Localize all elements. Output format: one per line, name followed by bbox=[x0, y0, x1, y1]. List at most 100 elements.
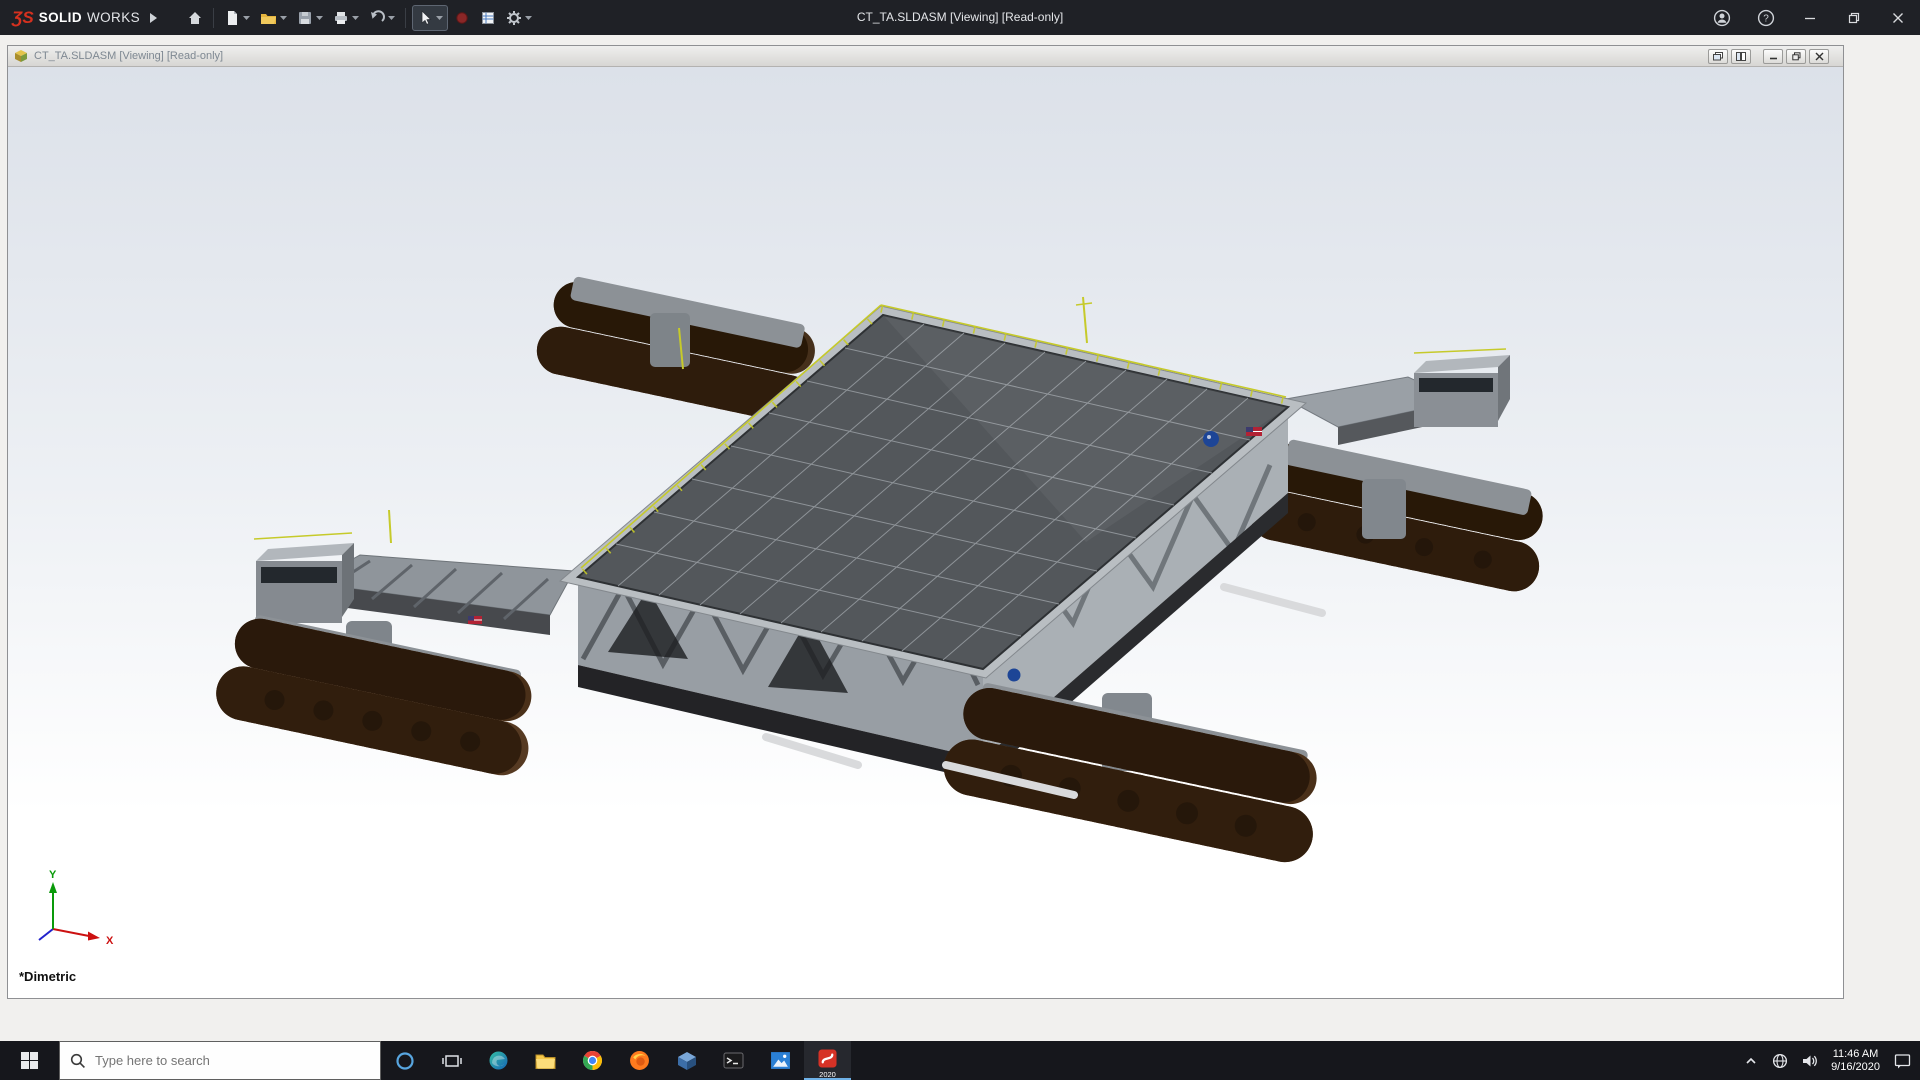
taskbar-search-box[interactable] bbox=[59, 1041, 381, 1080]
doc-restore-button[interactable] bbox=[1786, 48, 1806, 64]
account-icon bbox=[1713, 9, 1731, 26]
start-button[interactable] bbox=[0, 1041, 59, 1080]
cortana-button[interactable] bbox=[381, 1041, 428, 1080]
nasa-meatball-logo bbox=[1203, 431, 1219, 447]
cascade-icon bbox=[1713, 51, 1723, 60]
help-button[interactable]: ? bbox=[1744, 0, 1788, 35]
firefox-icon bbox=[630, 1051, 649, 1070]
terminal-icon bbox=[723, 1052, 744, 1069]
edge-taskbar-icon[interactable] bbox=[475, 1041, 522, 1080]
new-document-button[interactable] bbox=[220, 5, 254, 31]
edge-icon bbox=[489, 1051, 508, 1070]
dropdown-caret-icon bbox=[388, 15, 396, 20]
restore-icon bbox=[1791, 51, 1800, 60]
search-input[interactable] bbox=[95, 1053, 370, 1068]
toolbar-separator bbox=[405, 7, 407, 28]
brand-name-solid: SOLID bbox=[38, 10, 82, 25]
chrome-taskbar-icon[interactable] bbox=[569, 1041, 616, 1080]
solidworks-version-badge: 2020 bbox=[819, 1070, 836, 1079]
design-table-icon bbox=[482, 11, 495, 24]
terminal-taskbar-icon[interactable] bbox=[710, 1041, 757, 1080]
taskbar-empty-area bbox=[851, 1041, 1737, 1080]
brand-name-works: WORKS bbox=[87, 10, 141, 25]
us-flag-marking bbox=[1246, 427, 1262, 436]
doc-tile-button[interactable] bbox=[1731, 48, 1751, 64]
app-titlebar: ƷS SOLID WORKS CT_TA.SLDASM [Viewing] [R… bbox=[0, 0, 1920, 35]
dropdown-caret-icon bbox=[352, 15, 360, 20]
doc-minimize-button[interactable] bbox=[1763, 48, 1783, 64]
windows-logo-icon bbox=[21, 1052, 38, 1069]
options-button[interactable] bbox=[502, 5, 536, 31]
doc-close-button[interactable] bbox=[1809, 48, 1829, 64]
show-hidden-icons-button[interactable] bbox=[1737, 1041, 1765, 1080]
design-binder-button[interactable] bbox=[476, 5, 500, 31]
action-center-icon bbox=[1894, 1053, 1910, 1068]
operator-cab-left[interactable] bbox=[256, 543, 354, 623]
save-button[interactable] bbox=[293, 5, 327, 31]
dropdown-caret-icon bbox=[280, 15, 288, 20]
taskbar-clock[interactable]: 11:46 AM 9/16/2020 bbox=[1824, 1048, 1887, 1074]
edrawings-taskbar-icon[interactable] bbox=[663, 1041, 710, 1080]
nasa-meatball-logo bbox=[1007, 668, 1021, 682]
minimize-icon bbox=[1805, 17, 1815, 19]
record-circle-icon bbox=[456, 11, 468, 24]
close-button[interactable] bbox=[1876, 0, 1920, 35]
doc-cascade-button[interactable] bbox=[1708, 48, 1728, 64]
clock-time: 11:46 AM bbox=[1832, 1047, 1879, 1060]
chrome-icon bbox=[583, 1051, 602, 1070]
select-tool-button[interactable] bbox=[412, 4, 449, 31]
file-explorer-taskbar-icon[interactable] bbox=[522, 1041, 569, 1080]
clock-date: 9/16/2020 bbox=[1831, 1060, 1880, 1073]
toolbar-separator bbox=[213, 7, 215, 28]
operator-cab-right[interactable] bbox=[1414, 355, 1510, 427]
task-view-button[interactable] bbox=[428, 1041, 475, 1080]
open-button[interactable] bbox=[256, 5, 291, 31]
action-center-button[interactable] bbox=[1888, 1041, 1916, 1080]
search-icon bbox=[70, 1053, 85, 1068]
document-titlebar[interactable]: CT_TA.SLDASM [Viewing] [Read-only] bbox=[8, 46, 1843, 67]
solidworks-taskbar-icon[interactable]: 2020 bbox=[804, 1041, 851, 1080]
cortana-icon bbox=[395, 1051, 414, 1070]
us-flag-marking bbox=[468, 616, 482, 624]
maximize-button[interactable] bbox=[1832, 0, 1876, 35]
photos-taskbar-icon[interactable] bbox=[757, 1041, 804, 1080]
undo-button[interactable] bbox=[365, 5, 399, 31]
jacking-cylinder bbox=[1362, 479, 1406, 539]
document-title: CT_TA.SLDASM [Viewing] [Read-only] bbox=[34, 50, 224, 62]
photos-icon bbox=[771, 1052, 790, 1069]
home-button[interactable] bbox=[183, 5, 207, 31]
triad-y-label: Y bbox=[49, 869, 57, 881]
dropdown-caret-icon bbox=[243, 15, 251, 20]
network-button[interactable] bbox=[1766, 1041, 1794, 1080]
tile-icon bbox=[1736, 51, 1746, 61]
svg-text:?: ? bbox=[1763, 13, 1769, 24]
jacking-cylinder bbox=[650, 313, 690, 367]
new-document-icon bbox=[228, 10, 238, 25]
toolbar-flyout-arrow-icon[interactable] bbox=[148, 12, 165, 23]
document-window-controls bbox=[1708, 48, 1837, 64]
minimize-icon bbox=[1769, 57, 1777, 60]
help-icon: ? bbox=[1757, 9, 1775, 26]
home-icon bbox=[189, 11, 202, 24]
dropdown-caret-icon bbox=[316, 15, 324, 20]
network-globe-icon bbox=[1773, 1053, 1788, 1068]
chevron-up-icon bbox=[1746, 1057, 1756, 1064]
titlebar-controls: ? bbox=[1700, 0, 1920, 35]
print-button[interactable] bbox=[329, 5, 363, 31]
windows-taskbar: 2020 11:46 AM 9/16/2020 bbox=[0, 1041, 1920, 1080]
firefox-taskbar-icon[interactable] bbox=[616, 1041, 663, 1080]
minimize-button[interactable] bbox=[1788, 0, 1832, 35]
solidworks-brand: ƷS SOLID WORKS bbox=[0, 9, 148, 26]
quick-access-toolbar bbox=[183, 4, 536, 31]
view-orientation-label: *Dimetric bbox=[19, 969, 77, 984]
volume-button[interactable] bbox=[1795, 1041, 1823, 1080]
select-arrow-icon bbox=[421, 9, 432, 25]
speaker-icon bbox=[1802, 1055, 1817, 1066]
account-button[interactable] bbox=[1700, 0, 1744, 35]
record-macro-button[interactable] bbox=[450, 5, 474, 31]
crawler-transporter-model[interactable]: X Y bbox=[8, 67, 1843, 998]
close-icon bbox=[1815, 52, 1823, 60]
dassault-logo-icon: ƷS bbox=[12, 8, 34, 27]
graphics-viewport[interactable]: X Y *Dimetric bbox=[8, 67, 1843, 998]
close-icon bbox=[1893, 12, 1903, 23]
